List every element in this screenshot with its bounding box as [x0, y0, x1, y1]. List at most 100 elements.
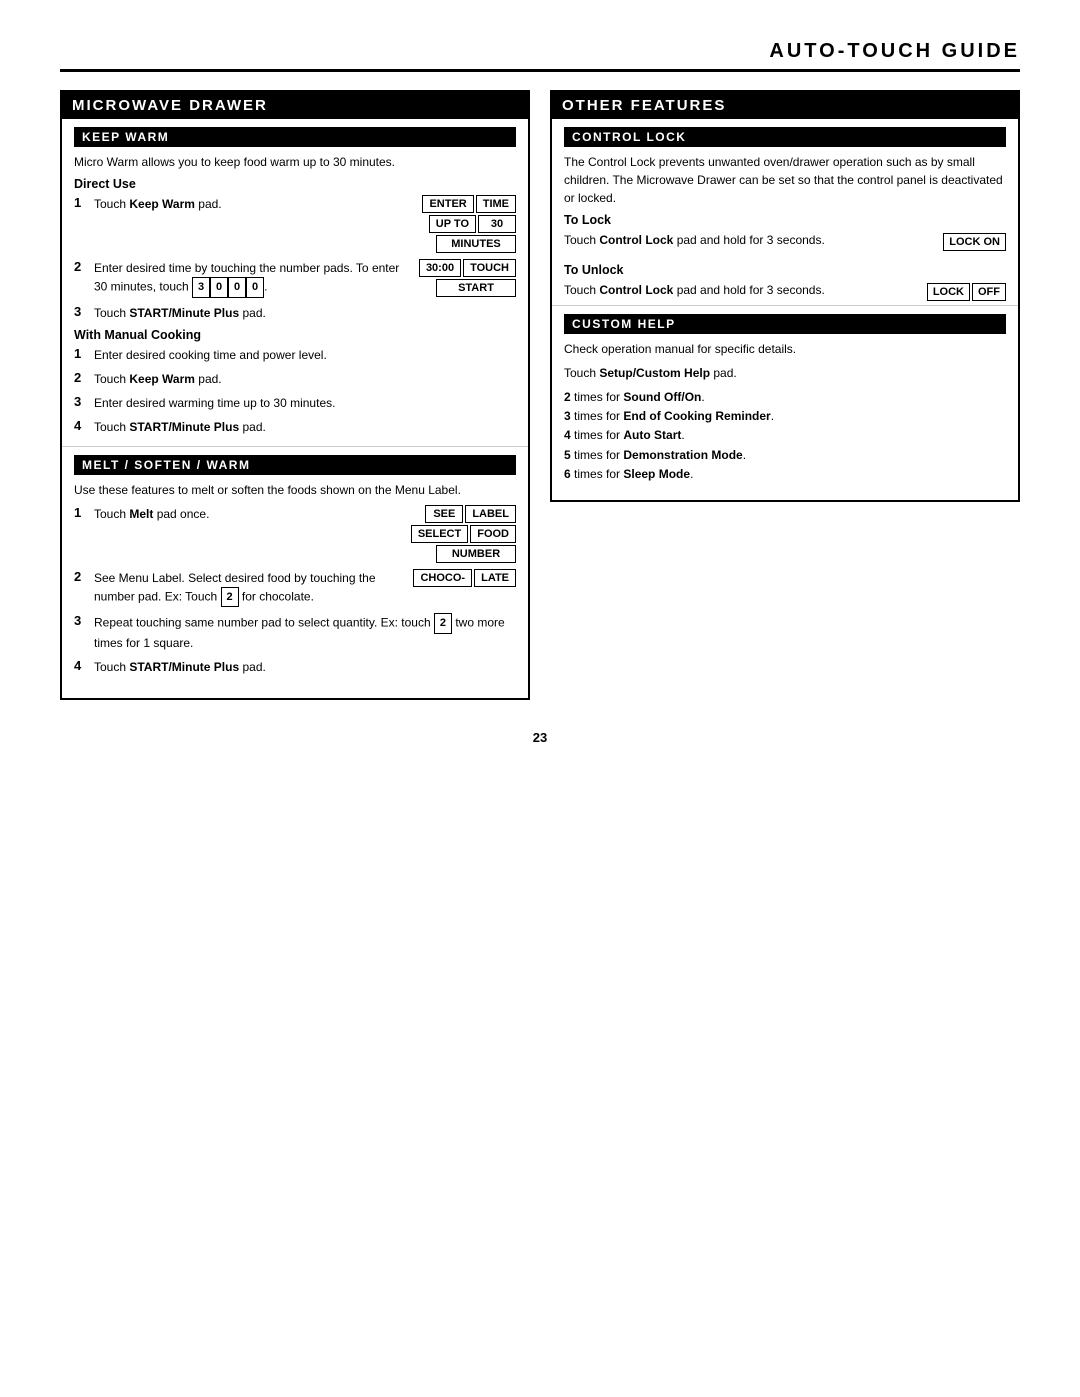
melt-display-1: SEE LABEL SELECT FOOD NUMBER [411, 505, 516, 563]
display-enter: ENTER [422, 195, 473, 213]
list-item: 4 times for Auto Start. [564, 426, 1006, 445]
keep-warm-display-1: ENTER TIME UP TO 30 MINUTES [422, 195, 516, 253]
step-num: 4 [74, 658, 90, 673]
to-lock-heading: To Lock [564, 213, 1006, 227]
keep-warm-step-1: 1 Touch Keep Warm pad. ENTER TIME UP TO … [74, 195, 516, 253]
kbd-2a: 2 [221, 587, 239, 608]
step-num: 3 [74, 304, 90, 319]
display-select: SELECT [411, 525, 468, 543]
lock-off-display: LOCK OFF [927, 283, 1006, 301]
other-features-header: OTHER FEATURES [552, 92, 1018, 119]
melt-step-1: 1 Touch Melt pad once. SEE LABEL SELECT … [74, 505, 516, 563]
to-unlock-text: Touch Control Lock pad and hold for 3 se… [564, 281, 913, 299]
display-time: TIME [476, 195, 516, 213]
display-touch: TOUCH [463, 259, 516, 277]
to-unlock-heading: To Unlock [564, 263, 1006, 277]
keep-warm-step-3: 3 Touch START/Minute Plus pad. [74, 304, 516, 322]
manual-step-4: 4 Touch START/Minute Plus pad. [74, 418, 516, 436]
list-item: 5 times for Demonstration Mode. [564, 446, 1006, 465]
display-3000: 30:00 [419, 259, 461, 277]
step-num: 1 [74, 195, 90, 210]
other-features-title: OTHER FEATURES [562, 97, 726, 114]
display-lock: LOCK [927, 283, 970, 301]
step-text: Enter desired warming time up to 30 minu… [94, 394, 516, 412]
kbd-0b: 0 [228, 277, 246, 298]
display-off: OFF [972, 283, 1006, 301]
step-text: Touch Melt pad once. [94, 505, 399, 523]
kbd-2b: 2 [434, 613, 452, 634]
kbd-0a: 0 [210, 277, 228, 298]
melt-soften-title: MELT / SOFTEN / WARM [82, 458, 250, 472]
step-text: See Menu Label. Select desired food by t… [94, 569, 401, 608]
display-lock-on: LOCK ON [943, 233, 1006, 251]
melt-display-2: CHOCO- LATE [413, 569, 516, 587]
display-minutes: MINUTES [436, 235, 516, 253]
step-num: 2 [74, 259, 90, 274]
control-lock-header: CONTROL LOCK [564, 127, 1006, 147]
step-text: Enter desired cooking time and power lev… [94, 346, 516, 364]
custom-help-desc: Check operation manual for specific deta… [564, 340, 1006, 358]
control-lock-desc: The Control Lock prevents unwanted oven/… [564, 153, 1006, 207]
display-food: FOOD [470, 525, 516, 543]
melt-soften-subsection: MELT / SOFTEN / WARM Use these features … [62, 447, 528, 686]
keep-warm-step-2: 2 Enter desired time by touching the num… [74, 259, 516, 298]
manual-step-3: 3 Enter desired warming time up to 30 mi… [74, 394, 516, 412]
list-item: 3 times for End of Cooking Reminder. [564, 407, 1006, 426]
step-num: 3 [74, 394, 90, 409]
display-number: NUMBER [436, 545, 516, 563]
display-30: 30 [478, 215, 516, 233]
step-num: 2 [74, 370, 90, 385]
display-see: SEE [425, 505, 463, 523]
manual-step-1: 1 Enter desired cooking time and power l… [74, 346, 516, 364]
step-text: Touch Keep Warm pad. [94, 195, 410, 213]
step-text: Touch Keep Warm pad. [94, 370, 516, 388]
melt-step-2: 2 See Menu Label. Select desired food by… [74, 569, 516, 608]
custom-help-header: CUSTOM HELP [564, 314, 1006, 334]
other-features-section: OTHER FEATURES CONTROL LOCK The Control … [550, 90, 1020, 502]
manual-step-2: 2 Touch Keep Warm pad. [74, 370, 516, 388]
step-num: 3 [74, 613, 90, 628]
control-lock-title: CONTROL LOCK [572, 130, 686, 144]
microwave-drawer-title: MICROWAVE DRAWER [72, 97, 268, 114]
microwave-drawer-section: MICROWAVE DRAWER KEEP WARM Micro Warm al… [60, 90, 530, 700]
list-item: 6 times for Sleep Mode. [564, 465, 1006, 484]
keep-warm-subsection: KEEP WARM Micro Warm allows you to keep … [62, 119, 528, 447]
step-num: 1 [74, 346, 90, 361]
kbd-0c: 0 [246, 277, 264, 298]
custom-help-subsection: CUSTOM HELP Check operation manual for s… [552, 306, 1018, 488]
list-item: 2 times for Sound Off/On. [564, 388, 1006, 407]
page-title: AUTO-TOUCH GUIDE [60, 40, 1020, 72]
step-num: 1 [74, 505, 90, 520]
kbd-3: 3 [192, 277, 210, 298]
melt-soften-desc: Use these features to melt or soften the… [74, 481, 516, 499]
step-text: Repeat touching same number pad to selec… [94, 613, 516, 652]
melt-step-3: 3 Repeat touching same number pad to sel… [74, 613, 516, 652]
keep-warm-display-2: 30:00 TOUCH START [419, 259, 516, 297]
display-start: START [436, 279, 516, 297]
to-lock-row: Touch Control Lock pad and hold for 3 se… [564, 231, 1006, 251]
custom-help-intro: Touch Setup/Custom Help pad. [564, 364, 1006, 382]
step-num: 2 [74, 569, 90, 584]
step-text: Touch START/Minute Plus pad. [94, 304, 516, 322]
manual-cooking-heading: With Manual Cooking [74, 328, 516, 342]
microwave-drawer-header: MICROWAVE DRAWER [62, 92, 528, 119]
direct-use-heading: Direct Use [74, 177, 516, 191]
page-number: 23 [60, 730, 1020, 745]
keep-warm-header: KEEP WARM [74, 127, 516, 147]
melt-step-4: 4 Touch START/Minute Plus pad. [74, 658, 516, 676]
control-lock-subsection: CONTROL LOCK The Control Lock prevents u… [552, 119, 1018, 306]
keep-warm-desc: Micro Warm allows you to keep food warm … [74, 153, 516, 171]
to-unlock-row: Touch Control Lock pad and hold for 3 se… [564, 281, 1006, 301]
keep-warm-title: KEEP WARM [82, 130, 169, 144]
display-upto: UP TO [429, 215, 476, 233]
melt-soften-header: MELT / SOFTEN / WARM [74, 455, 516, 475]
lock-on-display: LOCK ON [943, 233, 1006, 251]
display-choco: CHOCO- [413, 569, 472, 587]
step-text: Enter desired time by touching the numbe… [94, 259, 407, 298]
custom-help-title: CUSTOM HELP [572, 317, 676, 331]
step-num: 4 [74, 418, 90, 433]
display-label: LABEL [465, 505, 516, 523]
display-late: LATE [474, 569, 516, 587]
to-lock-text: Touch Control Lock pad and hold for 3 se… [564, 231, 929, 249]
step-text: Touch START/Minute Plus pad. [94, 418, 516, 436]
